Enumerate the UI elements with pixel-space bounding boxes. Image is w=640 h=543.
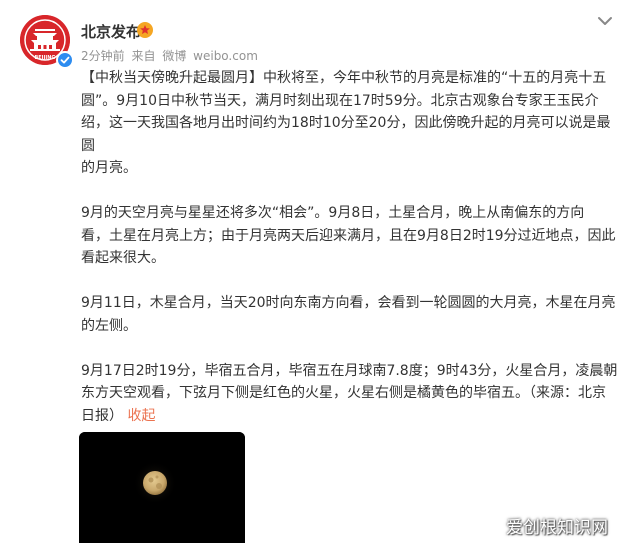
post-paragraph-4: 9月17日2时19分，毕宿五合月，毕宿五在月球南7.8度；9时43分，火星合月，… xyxy=(81,360,621,428)
post-paragraph-3: 9月11日，木星合月，当天20时向东南方向看，会看到一轮圆圆的大月亮，木星在月亮… xyxy=(81,295,616,334)
moon-photo[interactable] xyxy=(79,432,245,543)
post-paragraph-2: 9月的天空月亮与星星还将多次“相会”。9月8日，土星合月，晚上从南偏东的方向 看… xyxy=(81,205,616,266)
post-source[interactable]: 微博 xyxy=(162,49,186,63)
source-prefix: 来自 xyxy=(131,49,156,63)
post-meta: 2分钟前 来自 微博 weibo.com xyxy=(81,47,261,64)
author-name[interactable]: 北京发布 xyxy=(81,21,141,42)
post-content: 【中秋当天傍晚升起最圆月】中秋将至，今年中秋节的月亮是标准的“十五的月亮十五 圆… xyxy=(81,67,621,427)
gold-badge-icon[interactable] xyxy=(137,22,153,38)
moon-icon xyxy=(79,432,245,543)
post-paragraph-1: 【中秋当天傍晚升起最圆月】中秋将至，今年中秋节的月亮是标准的“十五的月亮十五 圆… xyxy=(81,70,611,176)
post-paragraph-4-text: 9月17日2时19分，毕宿五合月，毕宿五在月球南7.8度；9时43分，火星合月，… xyxy=(81,362,618,424)
post-domain: weibo.com xyxy=(193,49,258,63)
collapse-link[interactable]: 收起 xyxy=(127,408,155,424)
verified-check-icon xyxy=(56,51,74,69)
chevron-down-icon[interactable] xyxy=(597,15,613,27)
svg-text:BEIJING: BEIJING xyxy=(34,55,55,61)
watermark: 爱创根知识网 xyxy=(506,518,608,538)
post-time[interactable]: 2分钟前 xyxy=(81,49,125,63)
